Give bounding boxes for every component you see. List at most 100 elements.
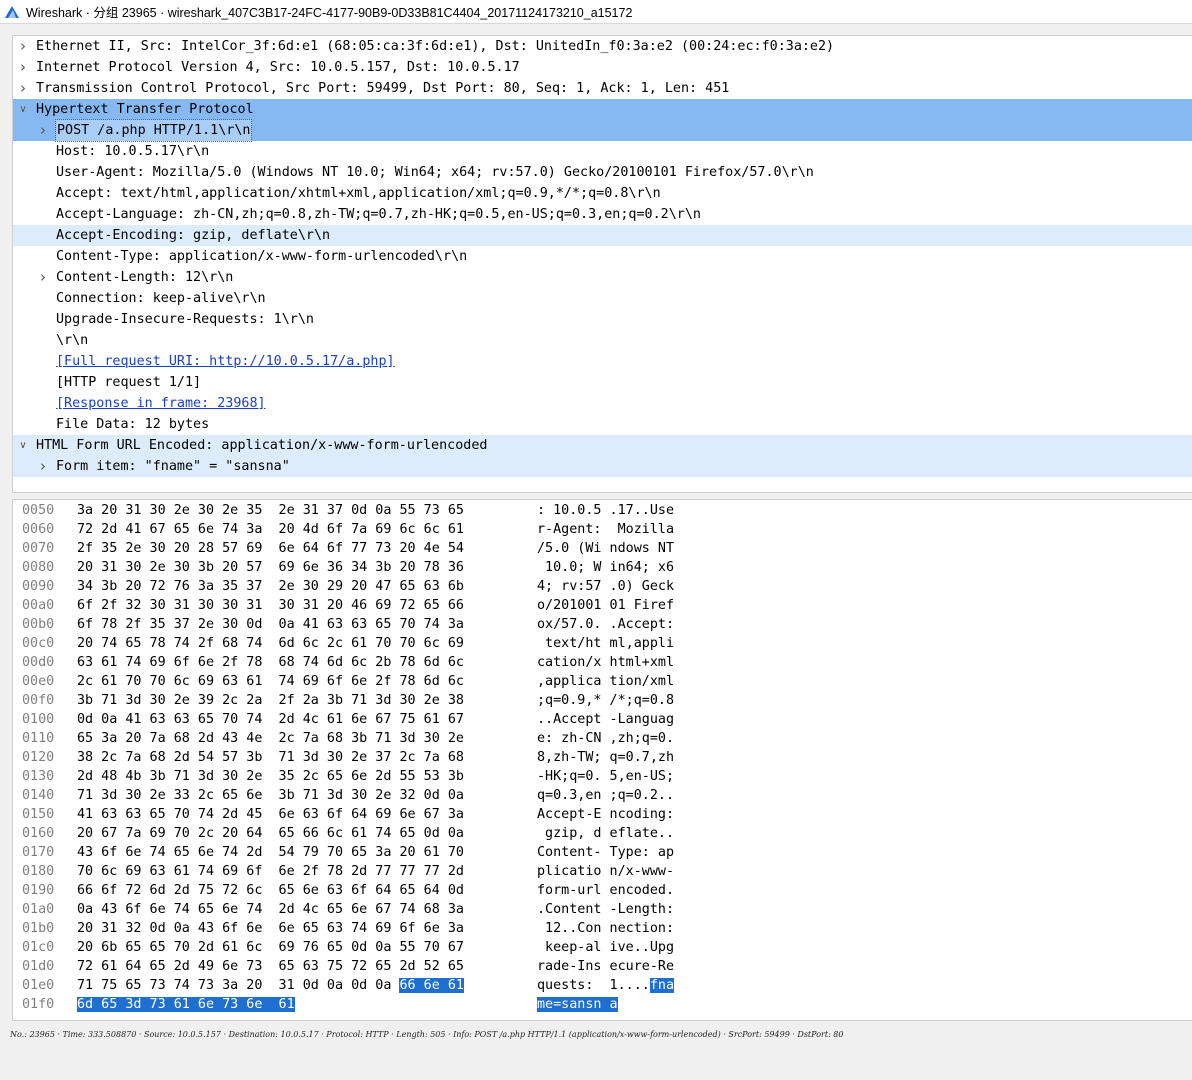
byte-row[interactable]: 00c0 20 74 65 78 74 2f 68 74 6d 6c 2c 61 … — [13, 634, 1192, 653]
byte-hex[interactable]: 63 61 74 69 6f 6e 2f 78 68 74 6d 6c 2b 7… — [77, 653, 464, 672]
byte-row[interactable]: 0090 34 3b 20 72 76 3a 35 37 2e 30 29 20 … — [13, 577, 1192, 596]
byte-ascii[interactable]: keep-al ive..Upg — [537, 938, 674, 957]
tree-row[interactable]: User-Agent: Mozilla/5.0 (Windows NT 10.0… — [13, 162, 1192, 183]
byte-row[interactable]: 0130 2d 48 4b 3b 71 3d 30 2e 35 2c 65 6e … — [13, 767, 1192, 786]
tree-row[interactable]: › POST /a.php HTTP/1.1\r\n — [13, 119, 1192, 142]
byte-row[interactable]: 01f0 6d 65 3d 73 61 6e 73 6e 61 me=sansn a — [13, 995, 1192, 1014]
byte-row[interactable]: 00b0 6f 78 2f 35 37 2e 30 0d 0a 41 63 63 … — [13, 615, 1192, 634]
byte-hex[interactable]: 38 2c 7a 68 2d 54 57 3b 71 3d 30 2e 37 2… — [77, 748, 464, 767]
byte-ascii[interactable]: plicatio n/x-www- — [537, 862, 674, 881]
tree-row-link[interactable]: [Full request URI: http://10.0.5.17/a.ph… — [56, 351, 395, 372]
byte-ascii[interactable]: ,applica tion/xml — [537, 672, 674, 691]
chevron-right-icon[interactable]: › — [17, 36, 29, 57]
byte-row[interactable]: 0100 0d 0a 41 63 63 65 70 74 2d 4c 61 6e … — [13, 710, 1192, 729]
byte-row[interactable]: 00d0 63 61 74 69 6f 6e 2f 78 68 74 6d 6c … — [13, 653, 1192, 672]
tree-row[interactable]: Upgrade-Insecure-Requests: 1\r\n — [13, 309, 1192, 330]
tree-row[interactable]: [Response in frame: 23968] — [13, 393, 1192, 414]
byte-hex[interactable]: 71 75 65 73 74 73 3a 20 31 0d 0a 0d 0a 6… — [77, 976, 464, 995]
byte-row[interactable]: 00a0 6f 2f 32 30 31 30 30 31 30 31 20 46 … — [13, 596, 1192, 615]
tree-row[interactable]: Accept: text/html,application/xhtml+xml,… — [13, 183, 1192, 204]
byte-row[interactable]: 0050 3a 20 31 30 2e 30 2e 35 2e 31 37 0d … — [13, 501, 1192, 520]
tree-row[interactable]: › Internet Protocol Version 4, Src: 10.0.… — [13, 57, 1192, 78]
chevron-down-icon[interactable]: ∨ — [17, 435, 29, 456]
byte-ascii[interactable]: gzip, d eflate.. — [537, 824, 674, 843]
byte-row[interactable]: 01d0 72 61 64 65 2d 49 6e 73 65 63 75 72 … — [13, 957, 1192, 976]
byte-hex[interactable]: 41 63 63 65 70 74 2d 45 6e 63 6f 64 69 6… — [77, 805, 464, 824]
tree-row[interactable]: › Transmission Control Protocol, Src Port… — [13, 78, 1192, 99]
byte-hex[interactable]: 71 3d 30 2e 33 2c 65 6e 3b 71 3d 30 2e 3… — [77, 786, 464, 805]
byte-hex[interactable]: 6d 65 3d 73 61 6e 73 6e 61 — [77, 995, 295, 1014]
byte-row[interactable]: 0140 71 3d 30 2e 33 2c 65 6e 3b 71 3d 30 … — [13, 786, 1192, 805]
tree-row[interactable]: › Form item: "fname" = "sansna" — [13, 456, 1192, 477]
byte-hex[interactable]: 20 74 65 78 74 2f 68 74 6d 6c 2c 61 70 7… — [77, 634, 464, 653]
byte-hex[interactable]: 72 61 64 65 2d 49 6e 73 65 63 75 72 65 2… — [77, 957, 464, 976]
byte-ascii[interactable]: ;q=0.9,* /*;q=0.8 — [537, 691, 674, 710]
chevron-right-icon[interactable]: › — [37, 120, 49, 141]
chevron-right-icon[interactable]: › — [37, 267, 49, 288]
byte-row[interactable]: 0150 41 63 63 65 70 74 2d 45 6e 63 6f 64 … — [13, 805, 1192, 824]
byte-hex[interactable]: 20 6b 65 65 70 2d 61 6c 69 76 65 0d 0a 5… — [77, 938, 464, 957]
tree-row[interactable]: [Full request URI: http://10.0.5.17/a.ph… — [13, 351, 1192, 372]
byte-ascii[interactable]: text/ht ml,appli — [537, 634, 674, 653]
chevron-right-icon[interactable]: › — [17, 57, 29, 78]
packet-bytes-pane[interactable]: 0050 3a 20 31 30 2e 30 2e 35 2e 31 37 0d … — [12, 499, 1192, 1021]
byte-row[interactable]: 01e0 71 75 65 73 74 73 3a 20 31 0d 0a 0d … — [13, 976, 1192, 995]
byte-ascii[interactable]: ox/57.0. .Accept: — [537, 615, 674, 634]
chevron-right-icon[interactable]: › — [17, 78, 29, 99]
byte-ascii[interactable]: 4; rv:57 .0) Geck — [537, 577, 674, 596]
byte-row[interactable]: 01c0 20 6b 65 65 70 2d 61 6c 69 76 65 0d … — [13, 938, 1192, 957]
byte-hex[interactable]: 34 3b 20 72 76 3a 35 37 2e 30 29 20 47 6… — [77, 577, 464, 596]
byte-hex[interactable]: 70 6c 69 63 61 74 69 6f 6e 2f 78 2d 77 7… — [77, 862, 464, 881]
byte-ascii[interactable]: .Content -Length: — [537, 900, 674, 919]
byte-ascii[interactable]: form-url encoded. — [537, 881, 674, 900]
byte-row[interactable]: 0110 65 3a 20 7a 68 2d 43 4e 2c 7a 68 3b … — [13, 729, 1192, 748]
byte-hex[interactable]: 2d 48 4b 3b 71 3d 30 2e 35 2c 65 6e 2d 5… — [77, 767, 464, 786]
byte-ascii[interactable]: e: zh-CN ,zh;q=0. — [537, 729, 674, 748]
tree-row[interactable]: [HTTP request 1/1] — [13, 372, 1192, 393]
byte-ascii[interactable]: rade-Ins ecure-Re — [537, 957, 674, 976]
tree-row[interactable]: \r\n — [13, 330, 1192, 351]
packet-details-tree[interactable]: › Ethernet II, Src: IntelCor_3f:6d:e1 (68… — [12, 35, 1192, 493]
byte-hex[interactable]: 6f 2f 32 30 31 30 30 31 30 31 20 46 69 7… — [77, 596, 464, 615]
byte-ascii[interactable]: Content- Type: ap — [537, 843, 674, 862]
byte-row[interactable]: 0120 38 2c 7a 68 2d 54 57 3b 71 3d 30 2e … — [13, 748, 1192, 767]
byte-hex[interactable]: 20 31 32 0d 0a 43 6f 6e 6e 65 63 74 69 6… — [77, 919, 464, 938]
byte-row[interactable]: 0080 20 31 30 2e 30 3b 20 57 69 6e 36 34 … — [13, 558, 1192, 577]
tree-row[interactable]: Content-Type: application/x-www-form-url… — [13, 246, 1192, 267]
byte-ascii[interactable]: : 10.0.5 .17..Use — [537, 501, 674, 520]
byte-hex[interactable]: 20 31 30 2e 30 3b 20 57 69 6e 36 34 3b 2… — [77, 558, 464, 577]
byte-row[interactable]: 00f0 3b 71 3d 30 2e 39 2c 2a 2f 2a 3b 71 … — [13, 691, 1192, 710]
byte-hex[interactable]: 72 2d 41 67 65 6e 74 3a 20 4d 6f 7a 69 6… — [77, 520, 464, 539]
chevron-down-icon[interactable]: ∨ — [17, 99, 29, 120]
byte-ascii[interactable]: -HK;q=0. 5,en-US; — [537, 767, 674, 786]
byte-hex[interactable]: 2c 61 70 70 6c 69 63 61 74 69 6f 6e 2f 7… — [77, 672, 464, 691]
tree-row[interactable]: Accept-Encoding: gzip, deflate\r\n — [13, 225, 1192, 246]
byte-ascii[interactable]: 10.0; W in64; x6 — [537, 558, 674, 577]
byte-row[interactable]: 0170 43 6f 6e 74 65 6e 74 2d 54 79 70 65 … — [13, 843, 1192, 862]
tree-row[interactable]: › Content-Length: 12\r\n — [13, 267, 1192, 288]
byte-hex[interactable]: 0a 43 6f 6e 74 65 6e 74 2d 4c 65 6e 67 7… — [77, 900, 464, 919]
byte-hex[interactable]: 43 6f 6e 74 65 6e 74 2d 54 79 70 65 3a 2… — [77, 843, 464, 862]
byte-ascii[interactable]: cation/x html+xml — [537, 653, 674, 672]
byte-ascii[interactable]: quests: 1....fna — [537, 976, 675, 995]
byte-ascii[interactable]: o/201001 01 Firef — [537, 596, 674, 615]
byte-hex[interactable]: 0d 0a 41 63 63 65 70 74 2d 4c 61 6e 67 7… — [77, 710, 464, 729]
byte-hex[interactable]: 3b 71 3d 30 2e 39 2c 2a 2f 2a 3b 71 3d 3… — [77, 691, 464, 710]
tree-row[interactable]: ∨ HTML Form URL Encoded: application/x-ww… — [13, 435, 1192, 456]
byte-row[interactable]: 0160 20 67 7a 69 70 2c 20 64 65 66 6c 61 … — [13, 824, 1192, 843]
tree-row[interactable]: Accept-Language: zh-CN,zh;q=0.8,zh-TW;q=… — [13, 204, 1192, 225]
chevron-right-icon[interactable]: › — [37, 456, 49, 477]
byte-row[interactable]: 0070 2f 35 2e 30 20 28 57 69 6e 64 6f 77 … — [13, 539, 1192, 558]
byte-ascii[interactable]: q=0.3,en ;q=0.2.. — [537, 786, 674, 805]
byte-row[interactable]: 00e0 2c 61 70 70 6c 69 63 61 74 69 6f 6e … — [13, 672, 1192, 691]
byte-hex[interactable]: 2f 35 2e 30 20 28 57 69 6e 64 6f 77 73 2… — [77, 539, 464, 558]
tree-row[interactable]: Connection: keep-alive\r\n — [13, 288, 1192, 309]
tree-row[interactable]: Host: 10.0.5.17\r\n — [13, 141, 1192, 162]
byte-row[interactable]: 0060 72 2d 41 67 65 6e 74 3a 20 4d 6f 7a … — [13, 520, 1192, 539]
byte-hex[interactable]: 6f 78 2f 35 37 2e 30 0d 0a 41 63 63 65 7… — [77, 615, 464, 634]
byte-row[interactable]: 01a0 0a 43 6f 6e 74 65 6e 74 2d 4c 65 6e … — [13, 900, 1192, 919]
tree-row[interactable]: › Ethernet II, Src: IntelCor_3f:6d:e1 (68… — [13, 36, 1192, 57]
byte-hex[interactable]: 65 3a 20 7a 68 2d 43 4e 2c 7a 68 3b 71 3… — [77, 729, 464, 748]
byte-hex[interactable]: 3a 20 31 30 2e 30 2e 35 2e 31 37 0d 0a 5… — [77, 501, 464, 520]
byte-ascii[interactable]: 12..Con nection: — [537, 919, 674, 938]
